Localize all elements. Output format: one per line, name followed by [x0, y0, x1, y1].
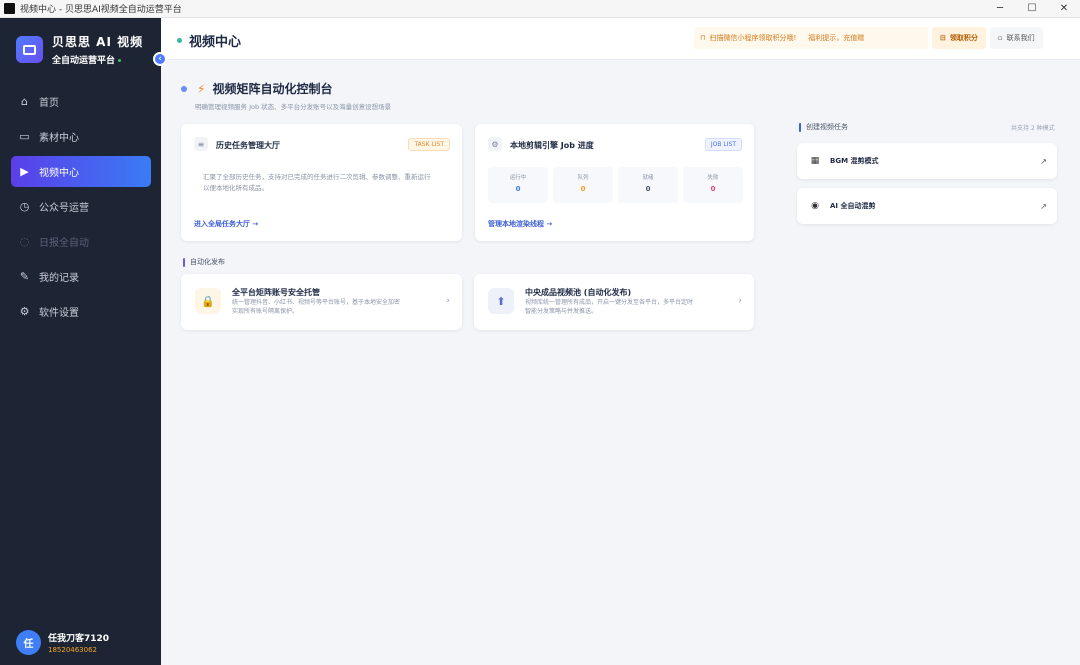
- sidebar-item-home[interactable]: ⌂ 首页: [11, 86, 151, 117]
- chevron-right-icon: ›: [446, 296, 450, 306]
- sidebar-item-records[interactable]: ✎ 我的记录: [11, 261, 151, 292]
- sidebar: 贝思思 AI 视频 全自动运营平台 ⌂ 首页 ▭ 素材中心 ▶ 视频中心 ◷ 公…: [0, 18, 161, 665]
- section-dot-icon: [181, 85, 187, 92]
- manage-render-threads-link[interactable]: 管理本地渲染线程 →: [488, 219, 552, 229]
- notice-text-a: 扫描微信小程序领取积分哦!: [709, 34, 797, 42]
- window-titlebar: 视频中心 - 贝思思AI视频全自动运营平台 ─ ☐ ✕: [0, 0, 1080, 18]
- brand: 贝思思 AI 视频 全自动运营平台: [0, 18, 161, 66]
- create-task-heading: 创建视频任务: [799, 122, 848, 132]
- stat-ready: 就绪 0: [618, 167, 678, 203]
- user-name: 任我刀客7120: [48, 634, 110, 644]
- sidebar-item-label: 公众号运营: [39, 203, 89, 214]
- card-description: 视频库统一管理所有成品，开启一键分发至各平台，多平台定时 智能分发策略与并发推送…: [525, 299, 694, 315]
- sidebar-item-label: 视频中心: [39, 168, 79, 179]
- arrow-up-right-icon: ↗: [1040, 156, 1047, 166]
- sidebar-item-label: 素材中心: [39, 133, 79, 144]
- sidebar-item-settings[interactable]: ⚙ 软件设置: [11, 296, 151, 327]
- contact-us-button[interactable]: ▫ 联系我们: [989, 27, 1043, 49]
- gift-icon: ⊟: [940, 34, 946, 42]
- sidebar-item-label: 首页: [39, 98, 59, 109]
- edit-icon: ✎: [19, 270, 30, 283]
- chevron-right-icon: ›: [738, 296, 742, 306]
- app-icon: [4, 3, 15, 14]
- section-subtitle: 明确管理视频服务 Job 状态、多平台分发账号以及海量创意设想场景: [195, 103, 392, 111]
- user-phone: 18520463062: [48, 646, 97, 654]
- stat-failed: 失败 0: [683, 167, 743, 203]
- sidebar-item-label: 软件设置: [39, 308, 79, 319]
- bolt-icon: ⚡: [197, 81, 206, 96]
- auto-publish-heading: 自动化发布: [183, 257, 225, 267]
- card-title: 历史任务管理大厅: [216, 141, 280, 150]
- piano-icon: ▦: [810, 156, 820, 166]
- minimize-button[interactable]: ─: [984, 0, 1016, 18]
- bgm-mix-mode-card[interactable]: ▦ BGM 混剪模式 ↗: [797, 143, 1057, 179]
- video-icon: ▶: [20, 165, 29, 178]
- section-title: ⚡ 视频矩阵自动化控制台: [181, 80, 391, 97]
- online-dot-icon: [118, 59, 122, 62]
- job-progress-card: ⚙ 本地剪辑引擎 Job 进度 JOB LIST 运行中 0 队列 0 就绪 0…: [475, 124, 754, 241]
- maximize-button[interactable]: ☐: [1016, 0, 1048, 18]
- sidebar-nav: ⌂ 首页 ▭ 素材中心 ▶ 视频中心 ◷ 公众号运营 ◌ 日报全自动 ✎ 我的记…: [11, 86, 151, 331]
- job-list-tag: JOB LIST: [704, 138, 742, 151]
- clock-icon: ◷: [19, 200, 30, 213]
- brand-title: 贝思思 AI 视频: [52, 35, 144, 49]
- stat-value: 0: [515, 185, 521, 193]
- claim-points-button[interactable]: ⊟ 领取积分: [932, 27, 986, 49]
- task-list-tag: TASK LIST: [408, 138, 450, 151]
- card-description: 统一管理抖音、小红书、视频号等平台账号，基于本地安全加密 实现所有账号隔离保护。: [232, 299, 401, 315]
- notice-text-b: 福利提示，充值赠: [808, 34, 865, 42]
- lock-icon: 🔒: [195, 288, 221, 314]
- notice-icon: ⊓: [700, 34, 706, 42]
- title-dot-icon: [177, 38, 182, 43]
- user-profile[interactable]: 任 任我刀客7120 18520463062: [16, 630, 109, 655]
- ai-auto-mix-card[interactable]: ◉ AI 全自动混剪 ↗: [797, 188, 1057, 224]
- gear-icon: ⚙: [19, 305, 30, 318]
- arrow-up-right-icon: ↗: [1040, 201, 1047, 211]
- enter-task-hall-link[interactable]: 进入全局任务大厅 →: [194, 219, 258, 229]
- mode-label: AI 全自动混剪: [830, 202, 876, 210]
- stat-value: 0: [645, 185, 651, 193]
- card-title: 中央成品视频池 (自动化发布): [525, 288, 632, 297]
- mode-label: BGM 混剪模式: [830, 157, 879, 165]
- sidebar-item-materials[interactable]: ▭ 素材中心: [11, 121, 151, 152]
- notice-banner[interactable]: ⊓ 扫描微信小程序领取积分哦! 福利提示，充值赠: [694, 27, 928, 49]
- main-content: ⚡ 视频矩阵自动化控制台 明确管理视频服务 Job 状态、多平台分发账号以及海量…: [161, 60, 1080, 665]
- sidebar-item-official-account[interactable]: ◷ 公众号运营: [11, 191, 151, 222]
- sidebar-item-label: 我的记录: [39, 273, 79, 284]
- card-title: 本地剪辑引擎 Job 进度: [510, 141, 594, 150]
- sidebar-item-daily-auto[interactable]: ◌ 日报全自动: [11, 226, 151, 257]
- window-title: 视频中心 - 贝思思AI视频全自动运营平台: [20, 5, 182, 15]
- robot-icon: ◉: [811, 201, 819, 211]
- stat-running: 运行中 0: [488, 167, 548, 203]
- account-hosting-card[interactable]: 🔒 全平台矩阵账号安全托管 统一管理抖音、小红书、视频号等平台账号，基于本地安全…: [181, 274, 462, 330]
- folder-icon: ▭: [19, 130, 30, 143]
- sidebar-item-label: 日报全自动: [39, 238, 89, 249]
- stat-value: 0: [710, 185, 716, 193]
- card-description: 汇聚了全部历史任务，支持对已完成的任务进行二次剪辑、参数调整、重新运行 以便本地…: [203, 173, 431, 192]
- page-title: 视频中心: [177, 31, 241, 50]
- home-icon: ⌂: [21, 95, 28, 108]
- sidebar-item-video-center[interactable]: ▶ 视频中心: [11, 156, 151, 187]
- stat-value: 0: [580, 185, 586, 193]
- avatar: 任: [16, 630, 41, 655]
- card-title: 全平台矩阵账号安全托管: [232, 288, 320, 297]
- brand-subtitle: 全自动运营平台: [52, 53, 143, 66]
- engine-icon: ⚙: [488, 137, 502, 151]
- stat-queue: 队列 0: [553, 167, 613, 203]
- top-header: 视频中心 ⊓ 扫描微信小程序领取积分哦! 福利提示，充值赠 ⊟ 领取积分 ▫ 联…: [161, 18, 1080, 60]
- loading-icon: ◌: [19, 235, 30, 248]
- create-task-hint: 共支持 2 种模式: [1011, 125, 1055, 132]
- document-icon: ≡: [194, 137, 208, 151]
- collapse-sidebar-button[interactable]: ‹: [153, 52, 167, 66]
- contact-icon: ▫: [997, 34, 1003, 42]
- close-button[interactable]: ✕: [1048, 0, 1080, 18]
- brand-logo-icon: [16, 36, 43, 63]
- upload-icon: ⬆: [488, 288, 514, 314]
- video-pool-card[interactable]: ⬆ 中央成品视频池 (自动化发布) 视频库统一管理所有成品，开启一键分发至各平台…: [474, 274, 754, 330]
- history-task-card[interactable]: ≡ 历史任务管理大厅 TASK LIST 汇聚了全部历史任务，支持对已完成的任务…: [181, 124, 462, 241]
